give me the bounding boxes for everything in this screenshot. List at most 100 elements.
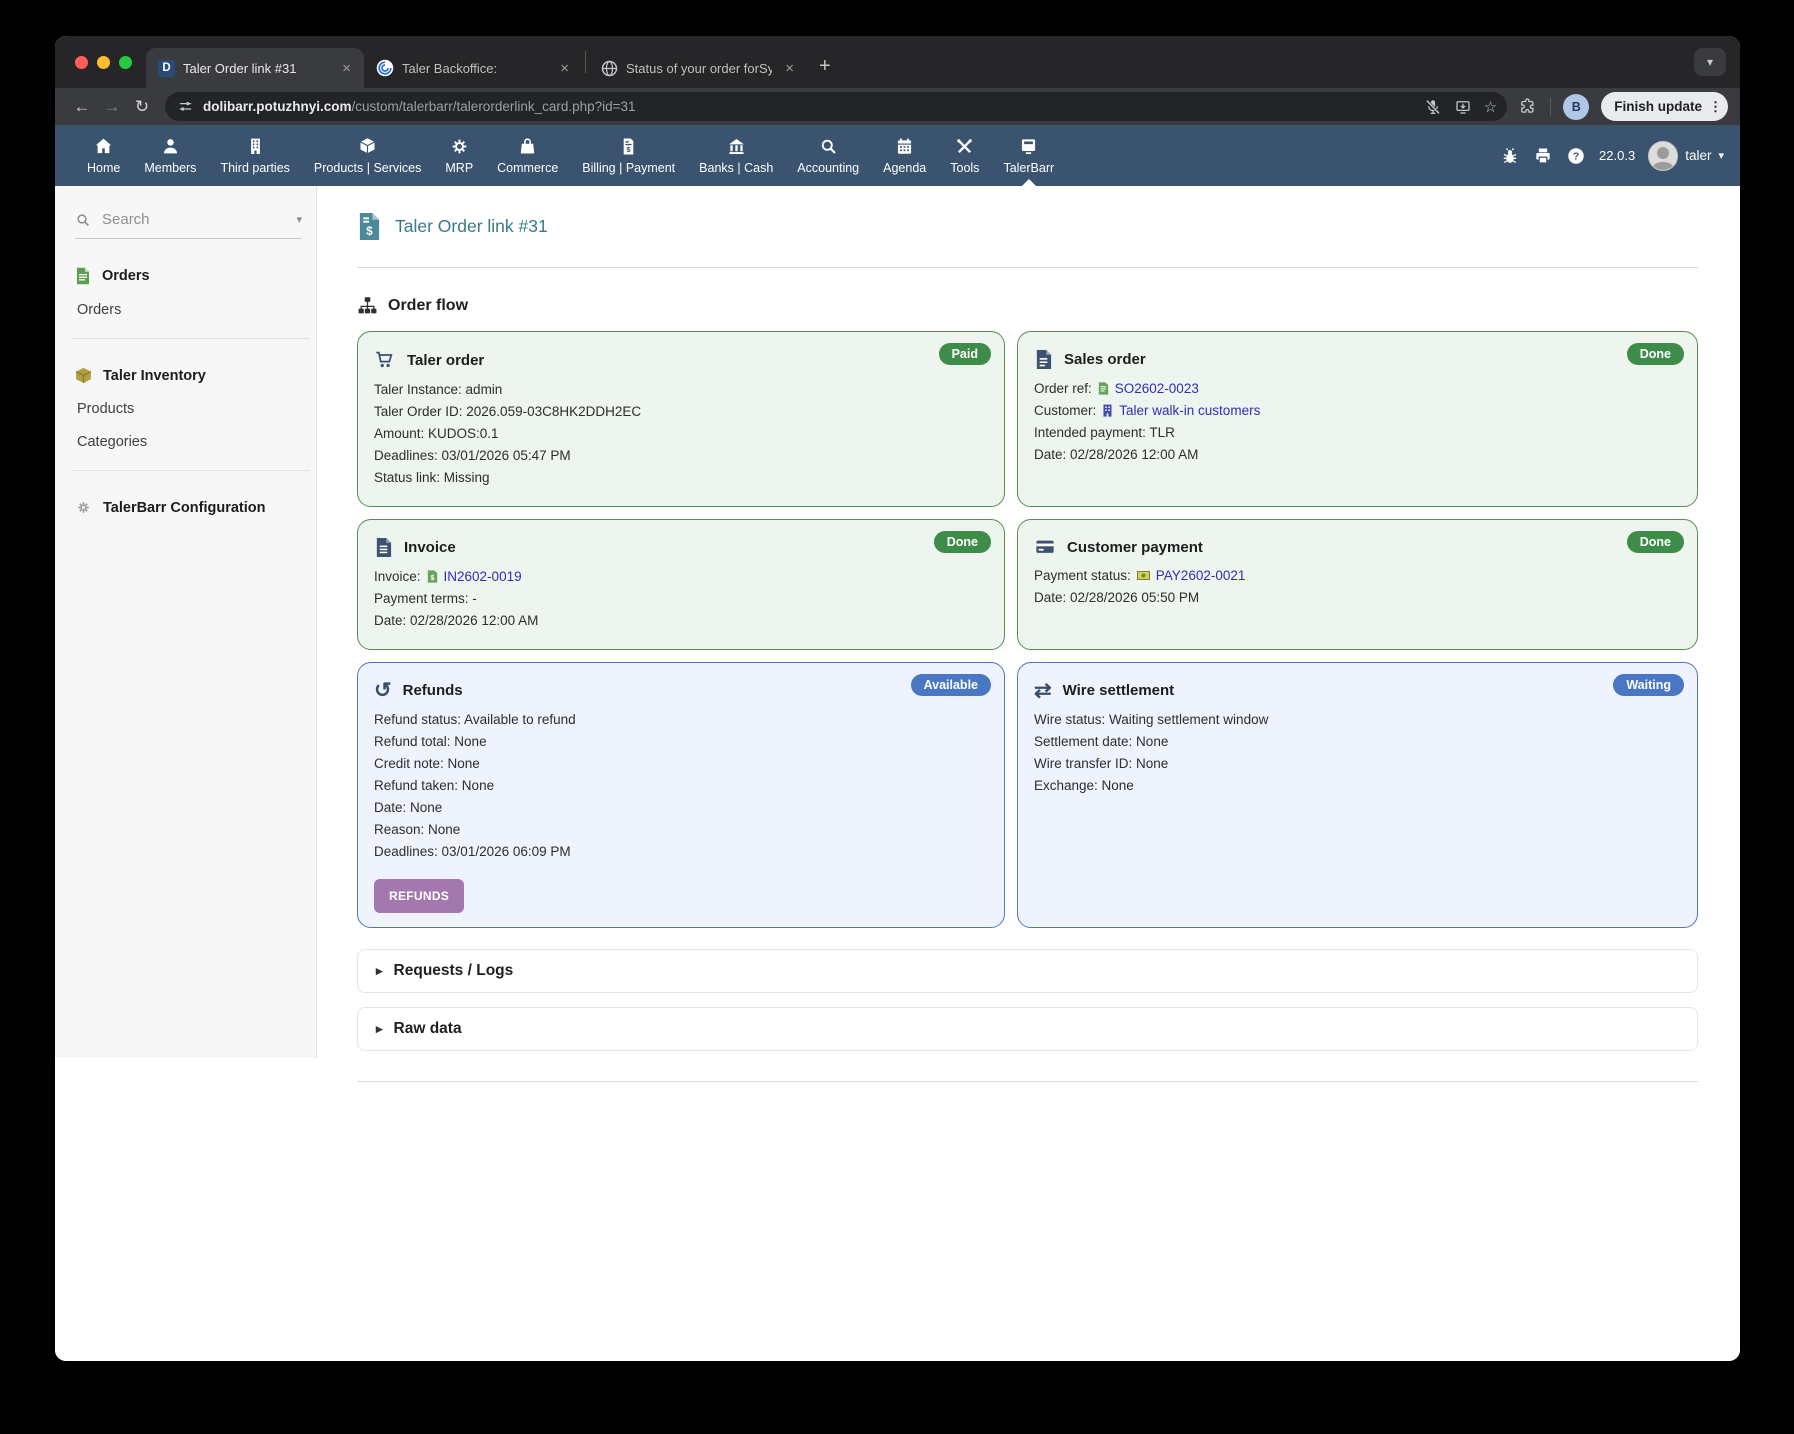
- extensions-puzzle-icon[interactable]: [1519, 97, 1538, 116]
- customer-link[interactable]: Taler walk-in customers: [1119, 403, 1260, 418]
- tab-title: Status of your order forSync: [626, 61, 772, 76]
- reload-button[interactable]: ↻: [127, 97, 157, 117]
- maximize-window-button[interactable]: [119, 56, 132, 69]
- gear-gray-icon: [75, 499, 92, 516]
- card-line: Amount: KUDOS:0.1: [374, 426, 988, 441]
- card-line: Customer: Taler walk-in customers: [1034, 403, 1681, 418]
- nav-talerbarr[interactable]: TalerBarr: [991, 125, 1066, 186]
- back-button[interactable]: ←: [67, 97, 97, 117]
- nav-agenda[interactable]: Agenda: [871, 125, 938, 186]
- mini-building-icon: [1102, 404, 1113, 417]
- card-invoice: Invoice Done Invoice: $ IN2602-0019 Paym…: [357, 519, 1005, 650]
- card-title-row: Taler order: [374, 349, 988, 371]
- nav-banks-cash[interactable]: Banks | Cash: [687, 125, 785, 186]
- nav-tools[interactable]: Tools: [938, 125, 991, 186]
- svg-text:$: $: [430, 575, 434, 582]
- card-line: Credit note: None: [374, 756, 988, 771]
- close-tab-icon[interactable]: ×: [555, 61, 574, 76]
- minimize-window-button[interactable]: [97, 56, 110, 69]
- nav-accounting[interactable]: Accounting: [785, 125, 871, 186]
- card-line: Date: 02/28/2026 12:00 AM: [374, 613, 988, 628]
- terminal-icon: [1018, 136, 1039, 157]
- card-line: Refund total: None: [374, 734, 988, 749]
- status-badge: Done: [1627, 531, 1684, 553]
- nav-products-services[interactable]: Products | Services: [302, 125, 433, 186]
- card-title-row: Customer payment: [1034, 537, 1681, 557]
- toolbar-separator: [1550, 98, 1551, 116]
- nav-third-parties[interactable]: Third parties: [208, 125, 301, 186]
- status-badge: Done: [934, 531, 991, 553]
- invoice-icon: [374, 537, 393, 558]
- bug-icon[interactable]: [1500, 146, 1520, 166]
- tab-search-button[interactable]: ▾: [1694, 48, 1726, 76]
- user-menu[interactable]: taler ▾: [1648, 141, 1724, 171]
- tab-order-status[interactable]: Status of your order forSync ×: [589, 48, 807, 88]
- close-tab-icon[interactable]: ×: [337, 61, 356, 76]
- nav-commerce[interactable]: Commerce: [485, 125, 570, 186]
- status-badge: Done: [1627, 343, 1684, 365]
- browser-menu-icon[interactable]: ⋮: [1709, 99, 1722, 115]
- card-line: Wire transfer ID: None: [1034, 756, 1681, 771]
- close-tab-icon[interactable]: ×: [780, 61, 799, 76]
- card-line: Payment terms: -: [374, 591, 988, 606]
- undo-arrow-icon: ↺: [374, 680, 392, 701]
- card-refunds: ↺ Refunds Available Refund status: Avail…: [357, 662, 1005, 928]
- card-line: Taler Order ID: 2026.059-03C8HK2DDH2EC: [374, 404, 988, 419]
- taler-order-doc-icon: $: [357, 212, 382, 241]
- card-title-row: Sales order: [1034, 349, 1681, 370]
- sidebar-item-orders[interactable]: Orders: [77, 302, 302, 318]
- address-bar[interactable]: dolibarr.potuzhnyi.com/custom/talerbarr/…: [165, 92, 1507, 121]
- invoice-ref-link[interactable]: IN2602-0019: [444, 569, 522, 584]
- install-app-icon[interactable]: [1454, 98, 1472, 116]
- status-badge: Waiting: [1613, 674, 1684, 696]
- search-dropdown-caret-icon[interactable]: ▾: [296, 213, 302, 226]
- print-icon[interactable]: [1533, 146, 1553, 166]
- mini-doc-green-icon: [1098, 382, 1109, 395]
- url-text: dolibarr.potuzhnyi.com/custom/talerbarr/…: [203, 99, 1415, 114]
- status-badge: Paid: [939, 343, 991, 365]
- site-settings-icon[interactable]: [177, 98, 194, 115]
- user-avatar: [1648, 141, 1678, 171]
- sidebar-section-taler-inventory[interactable]: Taler Inventory: [75, 367, 302, 384]
- card-line: Wire status: Waiting settlement window: [1034, 712, 1681, 727]
- tab-title: Taler Order link #31: [183, 61, 329, 76]
- tab-separator: [585, 51, 586, 73]
- page-title: Taler Order link #31: [395, 216, 548, 237]
- sidebar-section-talerbarr-configuration[interactable]: TalerBarr Configuration: [75, 499, 302, 516]
- new-tab-button[interactable]: +: [807, 55, 843, 88]
- nav-billing-payment[interactable]: $ Billing | Payment: [570, 125, 687, 186]
- bookmark-star-icon[interactable]: ☆: [1484, 98, 1497, 116]
- help-icon[interactable]: ?: [1566, 146, 1586, 166]
- tab-taler-backoffice[interactable]: Taler Backoffice: ×: [364, 48, 582, 88]
- tools-icon: [954, 136, 975, 157]
- sidebar-item-products[interactable]: Products: [77, 401, 302, 417]
- nav-members[interactable]: Members: [132, 125, 208, 186]
- sales-order-ref-link[interactable]: SO2602-0023: [1115, 381, 1199, 396]
- finish-update-button[interactable]: Finish update ⋮: [1601, 92, 1728, 121]
- taler-logo-icon: [376, 59, 394, 77]
- close-window-button[interactable]: [75, 56, 88, 69]
- sidebar-search[interactable]: ▾: [75, 210, 302, 239]
- search-input[interactable]: [100, 210, 287, 229]
- nav-home[interactable]: Home: [75, 125, 132, 186]
- card-line: Refund taken: None: [374, 778, 988, 793]
- nav-mrp[interactable]: MRP: [433, 125, 485, 186]
- accordion-raw-data[interactable]: ▸ Raw data: [357, 1007, 1698, 1051]
- card-line: Exchange: None: [1034, 778, 1681, 793]
- card-line: Date: None: [374, 800, 988, 815]
- mini-money-icon: [1137, 570, 1150, 581]
- card-line: Order ref: SO2602-0023: [1034, 381, 1681, 396]
- card-line: Invoice: $ IN2602-0019: [374, 569, 988, 584]
- tab-taler-order-link[interactable]: D Taler Order link #31 ×: [146, 48, 364, 88]
- sidebar-item-categories[interactable]: Categories: [77, 434, 302, 450]
- mic-blocked-icon[interactable]: [1424, 98, 1442, 116]
- left-sidebar: ▾ Orders Orders Taler Inventory Product: [55, 186, 317, 1361]
- sidebar-section-orders[interactable]: Orders: [75, 267, 302, 285]
- accordion-requests-logs[interactable]: ▸ Requests / Logs: [357, 949, 1698, 993]
- refunds-button[interactable]: REFUNDS: [374, 879, 464, 913]
- forward-button[interactable]: →: [97, 97, 127, 117]
- payment-ref-link[interactable]: PAY2602-0021: [1156, 568, 1246, 583]
- card-taler-order: Taler order Paid Taler Instance: admin T…: [357, 331, 1005, 507]
- svg-text:$: $: [366, 226, 373, 238]
- profile-avatar[interactable]: B: [1563, 94, 1589, 120]
